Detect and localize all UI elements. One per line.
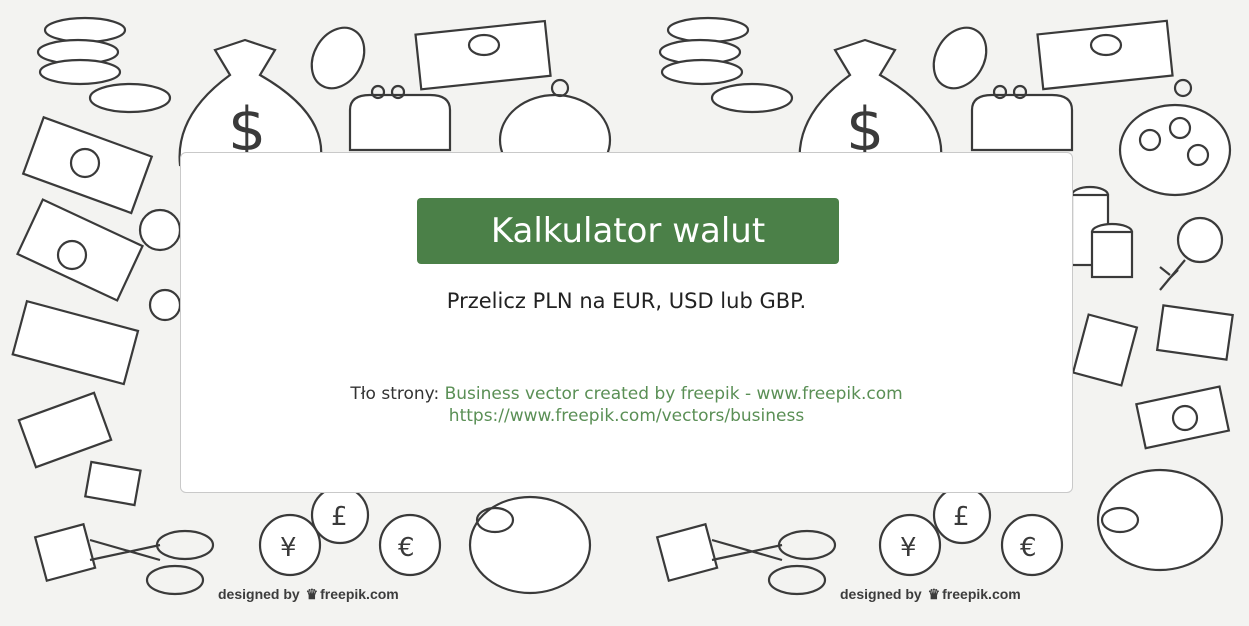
- watermark-prefix: designed by: [218, 586, 300, 602]
- coin-stack-icon: [36, 16, 172, 114]
- scissors-icon: [655, 522, 837, 596]
- banknote-stack-icon: [11, 299, 140, 386]
- svg-text:¥: ¥: [900, 533, 917, 563]
- coin-stack-icon: [1070, 185, 1134, 279]
- freepik-logo-icon: ♛: [927, 586, 941, 602]
- coin-stack-icon: [658, 16, 794, 114]
- piggy-bank-icon: [468, 495, 592, 595]
- scissors-icon: [33, 522, 215, 596]
- banknote-icon: [16, 198, 144, 302]
- credit-card-icon: [1155, 304, 1234, 361]
- svg-text:€: €: [398, 533, 415, 563]
- watermark-brand: freepik.com: [942, 586, 1021, 602]
- coin-icon: [1176, 216, 1224, 264]
- piggy-bank-icon: [1096, 468, 1224, 572]
- banknote-stack-icon: [1036, 19, 1174, 91]
- watermark-prefix: designed by: [840, 586, 922, 602]
- page-subtitle: Przelicz PLN na EUR, USD lub GBP.: [446, 289, 807, 313]
- credit-label: Tło strony:: [350, 384, 440, 404]
- purse-icon: [970, 84, 1074, 152]
- svg-text:£: £: [953, 502, 970, 532]
- background-credit: Tło strony: Business vector created by f…: [181, 383, 1072, 427]
- purse-icon: [348, 84, 452, 152]
- money-bag-icon: $: [798, 38, 943, 167]
- calculator-card: Kalkulator walut Przelicz PLN na EUR, US…: [180, 152, 1073, 493]
- credit-card-icon: [17, 391, 113, 469]
- freepik-logo-icon: ♛: [305, 586, 319, 602]
- page-title: Kalkulator walut: [417, 198, 839, 264]
- watermark-brand: freepik.com: [320, 586, 399, 602]
- svg-text:¥: ¥: [280, 533, 297, 563]
- piggy-bank-icon: [1118, 78, 1232, 197]
- freepik-watermark-left: designed by ♛ freepik.com: [218, 586, 399, 603]
- coin-icon: [932, 26, 988, 90]
- coin-icon: [310, 26, 366, 90]
- banknote-icon: [1135, 385, 1231, 450]
- banknote-stack-icon: [414, 19, 552, 91]
- money-bag-icon: $: [178, 38, 323, 167]
- svg-text:€: €: [1020, 533, 1037, 563]
- credit-card-icon: [83, 460, 142, 507]
- freepik-watermark-right: designed by ♛ freepik.com: [840, 586, 1021, 603]
- svg-text:£: £: [331, 502, 348, 532]
- credit-link-business-vectors[interactable]: https://www.freepik.com/vectors/business: [449, 406, 804, 426]
- credit-link-freepik[interactable]: Business vector created by freepik - www…: [445, 384, 903, 404]
- banknote-icon: [1071, 313, 1139, 387]
